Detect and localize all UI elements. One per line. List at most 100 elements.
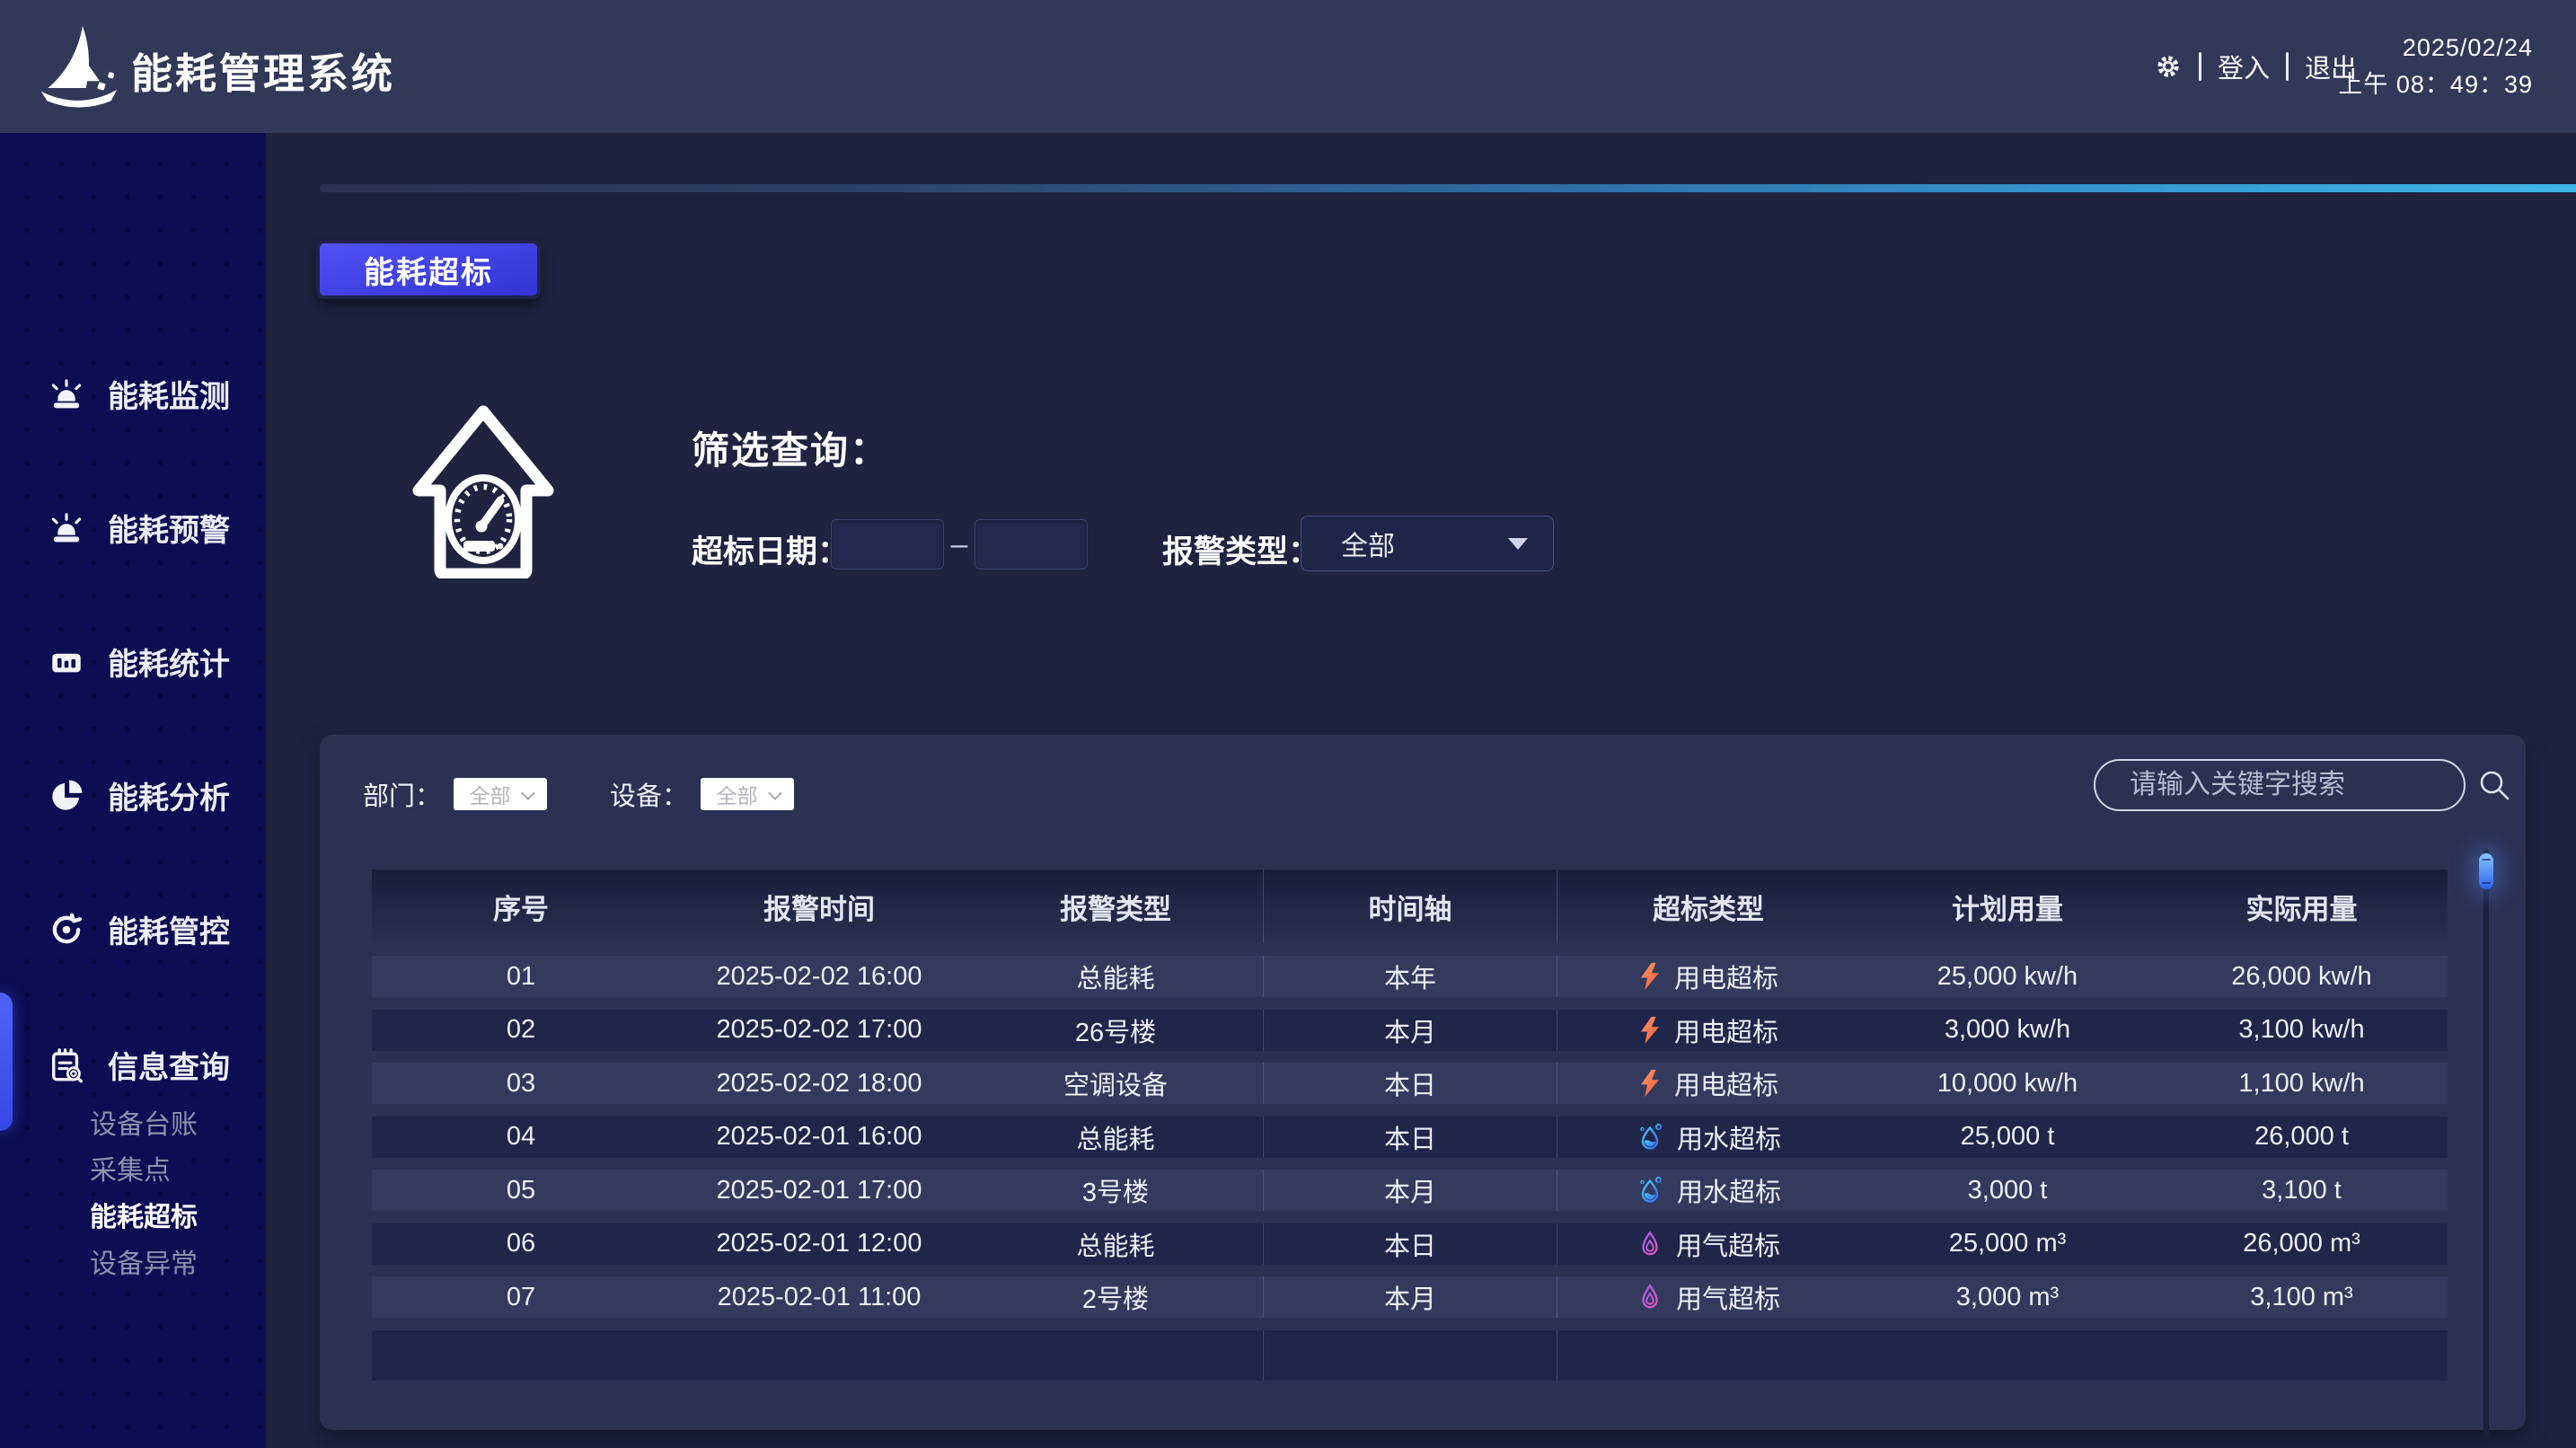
siren-icon bbox=[49, 376, 84, 412]
over-type-label: 用水超标 bbox=[1677, 1118, 1781, 1156]
divider bbox=[2286, 52, 2289, 81]
table-row[interactable]: 02 2025-02-02 17:00 26号楼 本月 用电超标 3,000 k… bbox=[372, 1010, 2448, 1051]
sidebar-nav: 能耗监测 能耗预警 能耗统计 能耗分析 bbox=[0, 133, 266, 1448]
top-bar: 能耗管理系统 登入 退出 2025/02/24 上午 08：49：39 bbox=[0, 0, 2576, 133]
sidebar-item-label: 能耗预警 bbox=[108, 506, 230, 550]
sidebar-item-info-query[interactable]: 信息查询 bbox=[49, 1043, 230, 1087]
cell-no: 06 bbox=[372, 1223, 670, 1265]
sidebar-item-energy-warning[interactable]: 能耗预警 bbox=[49, 506, 230, 550]
cell-alarm-type: 3号楼 bbox=[968, 1170, 1263, 1211]
siren-icon bbox=[49, 510, 84, 546]
cell-planned: 10,000 kw/h bbox=[1859, 1063, 2156, 1104]
col-header-alarm-type: 报警类型 bbox=[968, 870, 1263, 943]
sidebar-subitem-device-ledger[interactable]: 设备台账 bbox=[90, 1102, 198, 1142]
login-button[interactable]: 登入 bbox=[2218, 48, 2270, 85]
cell-over-type: 用气超标 bbox=[1557, 1276, 1859, 1318]
cell-time-axis: 本日 bbox=[1263, 1223, 1557, 1265]
table-row[interactable]: 07 2025-02-01 11:00 2号楼 本月 用气超标 3,000 m³… bbox=[372, 1276, 2448, 1318]
cell-alarm-type: 2号楼 bbox=[968, 1276, 1263, 1318]
over-type-label: 用气超标 bbox=[1676, 1225, 1780, 1263]
table-row[interactable]: 06 2025-02-01 12:00 总能耗 本日 用气超标 25,000 m… bbox=[372, 1223, 2448, 1265]
cell-actual: 26,000 kw/h bbox=[2156, 956, 2448, 997]
cell-alarm-type: 26号楼 bbox=[968, 1010, 1263, 1051]
table-body: 01 2025-02-02 16:00 总能耗 本年 用电超标 25,000 k… bbox=[372, 956, 2448, 1381]
sidebar-item-label: 能耗监测 bbox=[108, 372, 230, 416]
sidebar-item-energy-control[interactable]: 信息查询 能耗管控 bbox=[49, 907, 230, 951]
cell-alarm-type: 空调设备 bbox=[968, 1063, 1263, 1104]
cell-no: 03 bbox=[372, 1063, 670, 1104]
top-gradient-line bbox=[320, 184, 2576, 192]
over-type-label: 用电超标 bbox=[1674, 958, 1778, 995]
cell-alarm-type: 总能耗 bbox=[968, 1117, 1263, 1158]
cell-no: 02 bbox=[372, 1010, 670, 1051]
sidebar-item-energy-analysis[interactable]: 能耗分析 bbox=[49, 773, 230, 817]
table-row-empty bbox=[372, 1330, 2448, 1381]
col-header-no: 序号 bbox=[372, 870, 670, 943]
department-label: 部门： bbox=[363, 775, 441, 813]
col-header-planned: 计划用量 bbox=[1859, 870, 2156, 943]
sidebar-subitem-energy-overrun[interactable]: 能耗超标 bbox=[90, 1195, 198, 1234]
sailboat-logo-icon bbox=[36, 20, 122, 111]
table-scrollbar-thumb[interactable] bbox=[2479, 853, 2493, 889]
sidebar-subitem-collection-point[interactable]: 采集点 bbox=[90, 1148, 171, 1188]
over-type-label: 用电超标 bbox=[1674, 1011, 1778, 1049]
cell-actual: 1,100 kw/h bbox=[2156, 1063, 2448, 1104]
cell-time-axis: 本年 bbox=[1263, 956, 1557, 997]
keyword-search-input[interactable] bbox=[2128, 769, 2478, 801]
cell-over-type: 用电超标 bbox=[1557, 1010, 1859, 1051]
cell-alarm-type: 总能耗 bbox=[968, 1223, 1263, 1265]
table-row[interactable]: 05 2025-02-01 17:00 3号楼 本月 用水超标 3,000 t … bbox=[372, 1170, 2448, 1211]
device-select[interactable]: 全部 bbox=[701, 778, 794, 810]
department-select[interactable]: 全部 bbox=[454, 778, 547, 810]
sidebar-subitem-device-abnormal[interactable]: 设备异常 bbox=[90, 1241, 198, 1281]
energy-management-app: 能耗管理系统 登入 退出 2025/02/24 上午 08：49：39 能耗监测 bbox=[0, 0, 2576, 1448]
table-scrollbar-track[interactable] bbox=[2483, 849, 2489, 1437]
cell-actual: 26,000 m³ bbox=[2156, 1223, 2448, 1265]
alarm-type-value: 全部 bbox=[1341, 524, 1395, 563]
overrun-date-label: 超标日期： bbox=[692, 526, 849, 572]
cell-time-axis: 本日 bbox=[1263, 1063, 1557, 1104]
cell-alarm-type: 总能耗 bbox=[968, 956, 1263, 997]
table-row[interactable]: 03 2025-02-02 18:00 空调设备 本日 用电超标 10,000 … bbox=[372, 1063, 2448, 1104]
electricity-icon bbox=[1638, 1016, 1662, 1045]
overrun-date-start-input[interactable] bbox=[831, 519, 944, 569]
divider bbox=[2199, 52, 2201, 81]
water-icon bbox=[1636, 1175, 1664, 1205]
cell-planned: 3,000 t bbox=[1859, 1170, 2156, 1211]
department-value: 全部 bbox=[470, 779, 511, 809]
table-row[interactable]: 01 2025-02-02 16:00 总能耗 本年 用电超标 25,000 k… bbox=[372, 956, 2448, 997]
col-header-over-type: 超标类型 bbox=[1557, 870, 1859, 943]
water-icon bbox=[1636, 1122, 1664, 1152]
cell-planned: 25,000 kw/h bbox=[1859, 956, 2156, 997]
col-header-alarm-time: 报警时间 bbox=[670, 870, 968, 943]
energy-overrun-tab-button[interactable]: 能耗超标 bbox=[316, 240, 541, 299]
top-actions: 登入 退出 bbox=[2154, 0, 2357, 133]
overrun-date-end-input[interactable] bbox=[975, 519, 1088, 569]
settings-gear-icon[interactable] bbox=[2154, 52, 2183, 81]
cell-over-type: 用电超标 bbox=[1557, 1063, 1859, 1104]
cell-planned: 25,000 t bbox=[1859, 1117, 2156, 1158]
col-header-actual: 实际用量 bbox=[2156, 870, 2448, 943]
cell-actual: 3,100 kw/h bbox=[2156, 1010, 2448, 1051]
device-label: 设备： bbox=[610, 775, 688, 813]
sidebar-item-energy-monitor[interactable]: 能耗监测 bbox=[49, 372, 230, 416]
cell-actual: 3,100 t bbox=[2156, 1170, 2448, 1211]
search-icon[interactable] bbox=[2478, 769, 2510, 801]
cell-alarm-time: 2025-02-02 16:00 bbox=[670, 956, 968, 997]
over-type-label: 用水超标 bbox=[1677, 1171, 1781, 1209]
datetime-display: 2025/02/24 上午 08：49：39 bbox=[2338, 30, 2533, 103]
sidebar-item-energy-stats[interactable]: 能耗统计 bbox=[49, 640, 230, 684]
pie-chart-icon bbox=[49, 778, 84, 814]
cell-alarm-time: 2025-02-02 17:00 bbox=[670, 1010, 968, 1051]
table-row[interactable]: 04 2025-02-01 16:00 总能耗 本日 用水超标 25,000 t… bbox=[372, 1117, 2448, 1158]
gas-icon bbox=[1636, 1282, 1663, 1312]
cell-over-type: 用气超标 bbox=[1557, 1223, 1859, 1265]
alarm-type-select[interactable]: 全部 bbox=[1301, 516, 1554, 571]
cell-no: 01 bbox=[372, 956, 670, 997]
house-gauge-icon bbox=[402, 402, 564, 578]
cell-planned: 3,000 m³ bbox=[1859, 1276, 2156, 1318]
bar-chart-icon bbox=[49, 644, 84, 680]
sidebar-item-label: 能耗分析 bbox=[108, 773, 230, 817]
sidebar-item-label: 能耗统计 bbox=[108, 640, 230, 684]
cell-time-axis: 本月 bbox=[1263, 1276, 1557, 1318]
